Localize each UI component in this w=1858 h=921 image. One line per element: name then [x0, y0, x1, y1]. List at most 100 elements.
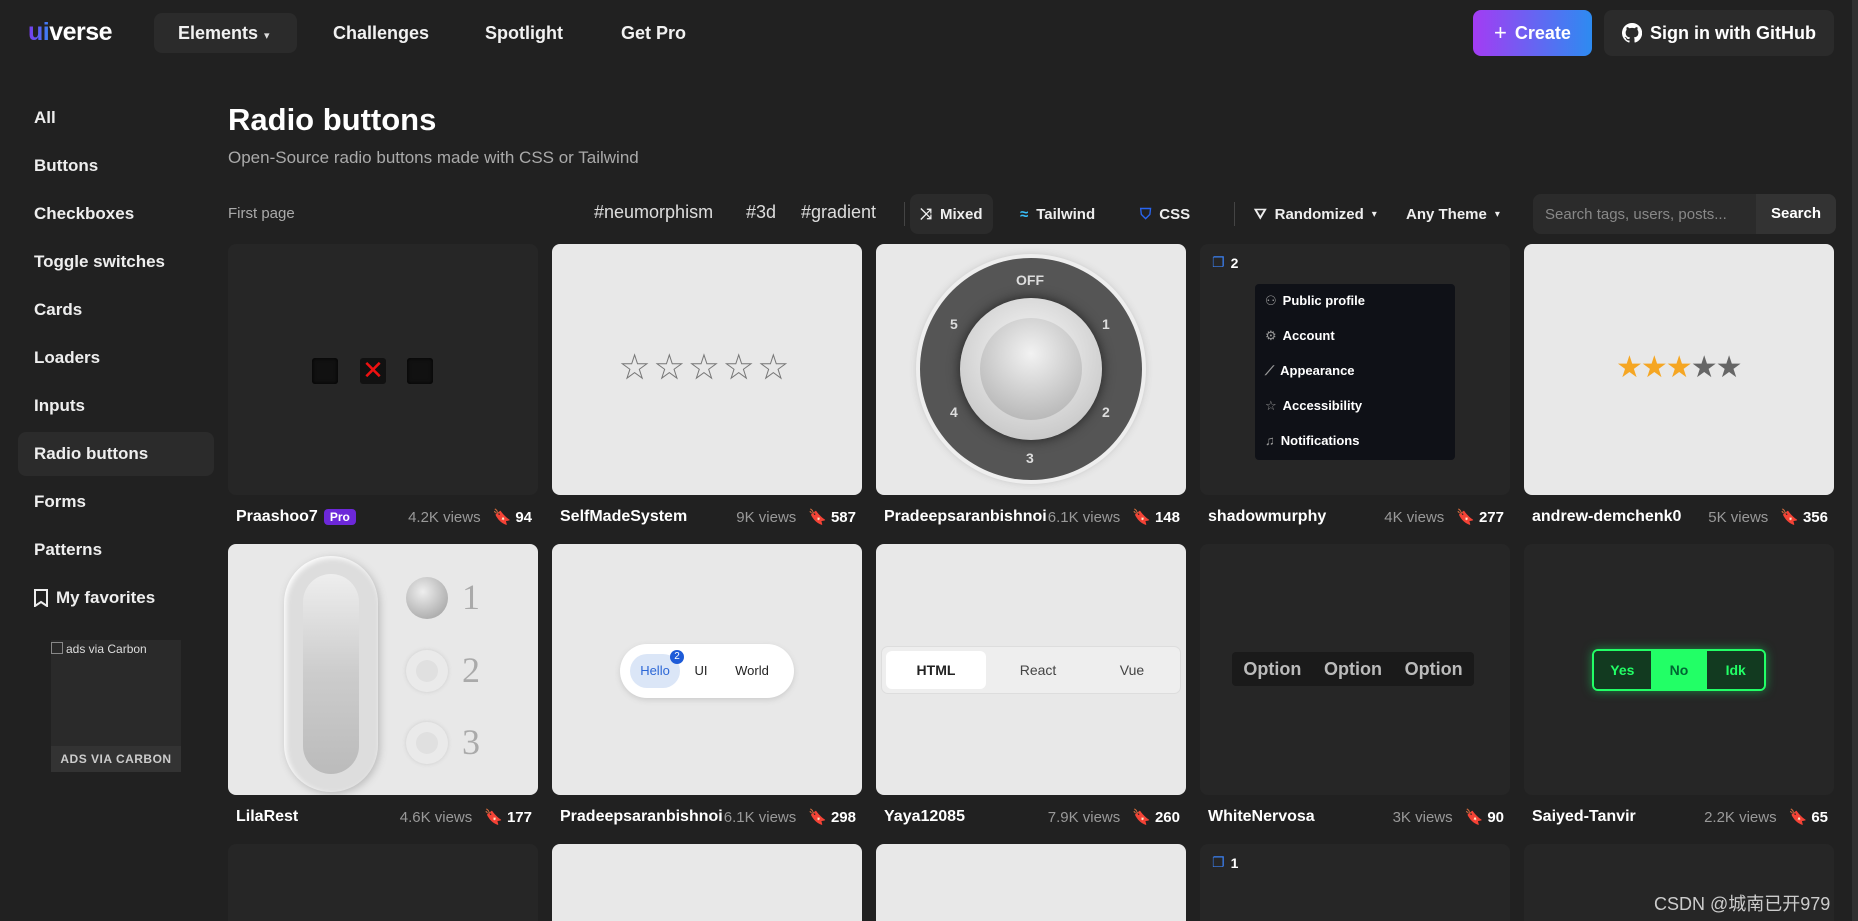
card[interactable]: ★★★★★ andrew-demchenk0 5K views 🔖 356: [1524, 244, 1834, 526]
search-button[interactable]: Search: [1756, 194, 1836, 234]
card-preview[interactable]: ✕: [228, 244, 538, 495]
pill-option[interactable]: World: [724, 654, 780, 688]
author-name[interactable]: Pradeepsaranbishnoi: [560, 808, 724, 826]
nav-get-pro[interactable]: Get Pro: [621, 13, 686, 53]
option-button[interactable]: Option: [1405, 659, 1463, 680]
author-name[interactable]: LilaRest: [236, 808, 400, 826]
menu-item[interactable]: ♫ Notifications: [1265, 430, 1445, 465]
create-button[interactable]: + Create: [1473, 10, 1592, 56]
theme-dropdown[interactable]: Any Theme ▾: [1396, 194, 1510, 234]
author-name[interactable]: Pradeepsaranbishnoi: [884, 508, 1048, 526]
author-name[interactable]: shadowmurphy: [1208, 508, 1384, 526]
menu-item[interactable]: ⚙ Account: [1265, 325, 1445, 360]
nav-elements-dropdown[interactable]: Elements ▾: [154, 13, 297, 53]
author-name[interactable]: Yaya12085: [884, 808, 1048, 826]
knob-off-label[interactable]: OFF: [1016, 272, 1044, 288]
author-name[interactable]: SelfMadeSystem: [560, 508, 736, 526]
uiverse-logo[interactable]: uiverse: [28, 18, 113, 47]
knob-label[interactable]: 2: [1102, 404, 1110, 420]
search-input[interactable]: [1533, 194, 1755, 234]
variant-count[interactable]: ❐ 1: [1212, 854, 1238, 871]
github-signin-button[interactable]: Sign in with GitHub: [1604, 10, 1834, 56]
knob-center[interactable]: [980, 318, 1082, 420]
sort-dropdown[interactable]: ⛛ Randomized ▾: [1244, 194, 1387, 234]
sidebar-item-all[interactable]: All: [18, 96, 214, 140]
card-preview[interactable]: HTML React Vue: [876, 544, 1186, 795]
card-preview[interactable]: Option Option Option: [1200, 544, 1510, 795]
tag-neumorphism[interactable]: #neumorphism: [594, 202, 713, 223]
card-preview[interactable]: Yes No Idk: [1524, 544, 1834, 795]
sidebar-item-cards[interactable]: Cards: [18, 288, 214, 332]
tab-option-selected[interactable]: HTML: [886, 651, 986, 689]
variant-count[interactable]: ❐ 2: [1212, 254, 1238, 271]
filter-css[interactable]: ⛉ CSS: [1130, 194, 1200, 234]
save-button[interactable]: 🔖 260: [1132, 808, 1180, 827]
menu-item[interactable]: ⚇ Public profile: [1265, 290, 1445, 325]
card[interactable]: [876, 844, 1186, 921]
save-button[interactable]: 🔖 277: [1456, 508, 1504, 527]
radio-knob[interactable]: [406, 650, 448, 692]
card-preview[interactable]: [876, 844, 1186, 921]
card-preview[interactable]: OFF 1 2 3 4 5: [876, 244, 1186, 495]
nav-spotlight[interactable]: Spotlight: [485, 13, 563, 53]
radio-box[interactable]: [407, 358, 433, 384]
tag-gradient[interactable]: #gradient: [801, 202, 876, 223]
sidebar-item-checkboxes[interactable]: Checkboxes: [18, 192, 214, 236]
card-preview[interactable]: Hello 2 UI World: [552, 544, 862, 795]
card[interactable]: 1 2 3 LilaRest 4.6K views 🔖 177: [228, 544, 538, 826]
card[interactable]: HTML React Vue Yaya12085 7.9K views 🔖 260: [876, 544, 1186, 826]
filter-mixed[interactable]: ⤨ Mixed: [910, 194, 993, 234]
sidebar-item-inputs[interactable]: Inputs: [18, 384, 214, 428]
card[interactable]: Yes No Idk Saiyed-Tanvir 2.2K views 🔖 65: [1524, 544, 1834, 826]
tab-option[interactable]: React: [988, 651, 1088, 689]
card-preview[interactable]: [552, 844, 862, 921]
radio-box[interactable]: [312, 358, 338, 384]
save-button[interactable]: 🔖 148: [1132, 508, 1180, 527]
knob-label[interactable]: 3: [1026, 450, 1034, 466]
scrollbar[interactable]: [1852, 0, 1858, 921]
card[interactable]: OFF 1 2 3 4 5 Pradeepsaranbishnoi 6.1K v…: [876, 244, 1186, 526]
card[interactable]: Hello 2 UI World Pradeepsaranbishnoi 6.1…: [552, 544, 862, 826]
card-preview[interactable]: [228, 844, 538, 921]
star-rating[interactable]: ★★★★★: [604, 348, 810, 386]
card[interactable]: ❐ 2 ⚇ Public profile ⚙ Account ⟋ Appearance …: [1200, 244, 1510, 526]
menu-item[interactable]: ⟋ Appearance: [1265, 360, 1445, 395]
radio-knob[interactable]: [406, 722, 448, 764]
sidebar-item-radio-buttons[interactable]: Radio buttons: [18, 432, 214, 476]
option-button[interactable]: Option: [1324, 659, 1382, 680]
card[interactable]: [552, 844, 862, 921]
carbon-ad[interactable]: ads via Carbon ADS VIA CARBON: [51, 640, 181, 772]
save-button[interactable]: 🔖 177: [484, 808, 532, 827]
sidebar-item-patterns[interactable]: Patterns: [18, 528, 214, 572]
pill-option[interactable]: UI: [686, 654, 716, 688]
yn-option-selected[interactable]: No: [1650, 651, 1708, 689]
yn-option[interactable]: Yes: [1594, 651, 1651, 689]
sidebar-item-buttons[interactable]: Buttons: [18, 144, 214, 188]
save-button[interactable]: 🔖 356: [1780, 508, 1828, 527]
card[interactable]: Option Option Option WhiteNervosa 3K vie…: [1200, 544, 1510, 826]
card[interactable]: ✕ Praashoo7 Pro 4.2K views 🔖 94: [228, 244, 538, 526]
knob-label[interactable]: 1: [1102, 316, 1110, 332]
save-button[interactable]: 🔖 587: [808, 508, 856, 527]
card[interactable]: ★★★★★ SelfMadeSystem 9K views 🔖 587: [552, 244, 862, 526]
author-name[interactable]: WhiteNervosa: [1208, 808, 1393, 826]
card[interactable]: ❐ 1: [1200, 844, 1510, 921]
knob-label[interactable]: 4: [950, 404, 958, 420]
save-button[interactable]: 🔖 90: [1465, 808, 1504, 827]
card-preview[interactable]: ★★★★★: [552, 244, 862, 495]
author-name[interactable]: Saiyed-Tanvir: [1532, 808, 1704, 826]
sidebar-item-toggle-switches[interactable]: Toggle switches: [18, 240, 214, 284]
tab-option[interactable]: Vue: [1082, 651, 1182, 689]
filter-tailwind[interactable]: ≈ Tailwind: [1010, 194, 1105, 234]
card-preview[interactable]: ❐ 2 ⚇ Public profile ⚙ Account ⟋ Appearance …: [1200, 244, 1510, 495]
sidebar-item-forms[interactable]: Forms: [18, 480, 214, 524]
card-preview[interactable]: ❐ 1: [1200, 844, 1510, 921]
card-preview[interactable]: 1 2 3: [228, 544, 538, 795]
card[interactable]: [228, 844, 538, 921]
radio-knob-selected[interactable]: [406, 577, 448, 619]
sidebar-item-loaders[interactable]: Loaders: [18, 336, 214, 380]
x-icon[interactable]: ✕: [360, 357, 386, 384]
tag-3d[interactable]: #3d: [746, 202, 776, 223]
menu-item[interactable]: ☆ Accessibility: [1265, 395, 1445, 430]
knob-label[interactable]: 5: [950, 316, 958, 332]
